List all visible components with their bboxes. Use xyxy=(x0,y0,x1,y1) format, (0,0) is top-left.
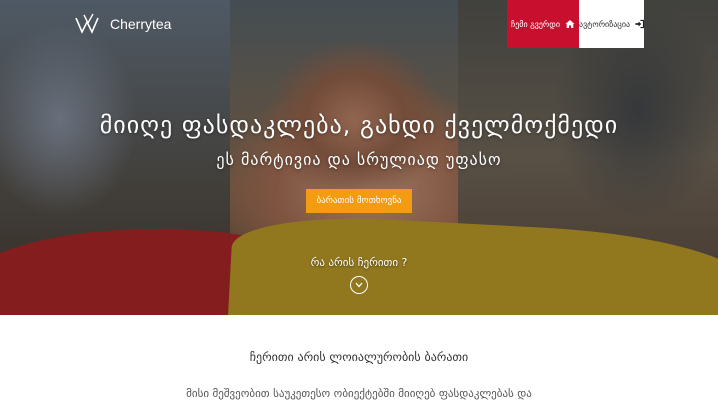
chevron-down-icon xyxy=(355,282,363,288)
sign-in-icon xyxy=(635,19,644,29)
brand-name: Cherrytea xyxy=(110,16,172,32)
w-logo-icon xyxy=(75,13,99,34)
what-is-cherrytea-link[interactable]: რა არის ჩერითი ? xyxy=(0,256,718,269)
authorization-button[interactable]: ავტორიზაცია xyxy=(579,0,644,48)
hero-headline: მიიღე ფასდაკლება, გახდი ქველმოქმედი xyxy=(99,111,619,139)
my-page-button[interactable]: ჩემი გვერდი xyxy=(507,0,579,48)
authorization-label: ავტორიზაცია xyxy=(579,19,631,29)
section-title: ჩერითი არის ლოიალურობის ბარათი xyxy=(249,350,469,364)
section-text: მისი მეშვეობით საუკეთესო ობიექტებში მიიღ… xyxy=(186,387,532,400)
brand-logo[interactable]: Cherrytea xyxy=(74,12,171,36)
request-card-button[interactable]: ბარათის მოთხოვნა xyxy=(306,189,412,213)
home-icon xyxy=(565,20,575,28)
scroll-down-button[interactable] xyxy=(350,276,368,294)
hero-subline: ეს მარტივია და სრულიად უფასო xyxy=(216,150,502,169)
my-page-label: ჩემი გვერდი xyxy=(511,19,560,29)
